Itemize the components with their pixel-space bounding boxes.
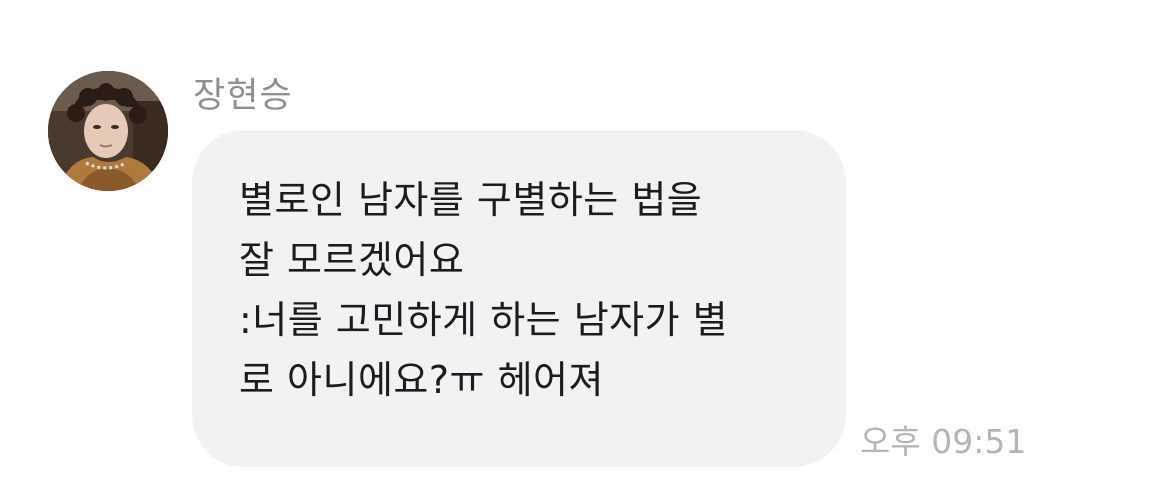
chat-screen: 장현승 별로인 남자를 구별하는 법을 잘 모르겠어요 :너를 고민하게 하는 … bbox=[0, 0, 1170, 504]
message-line: 로 아니에요?ㅠ 헤어져 bbox=[239, 358, 604, 402]
avatar[interactable] bbox=[48, 71, 168, 191]
message-line: :너를 고민하게 하는 남자가 별 bbox=[239, 298, 729, 342]
message-bubble[interactable]: 별로인 남자를 구별하는 법을 잘 모르겠어요 :너를 고민하게 하는 남자가 … bbox=[192, 130, 846, 467]
sender-name: 장현승 bbox=[193, 76, 293, 116]
message-line: 별로인 남자를 구별하는 법을 bbox=[239, 178, 703, 222]
message-timestamp: 오후 09:51 bbox=[860, 422, 1027, 461]
message-line: 잘 모르겠어요 bbox=[239, 238, 465, 282]
profile-photo-icon bbox=[48, 71, 168, 191]
